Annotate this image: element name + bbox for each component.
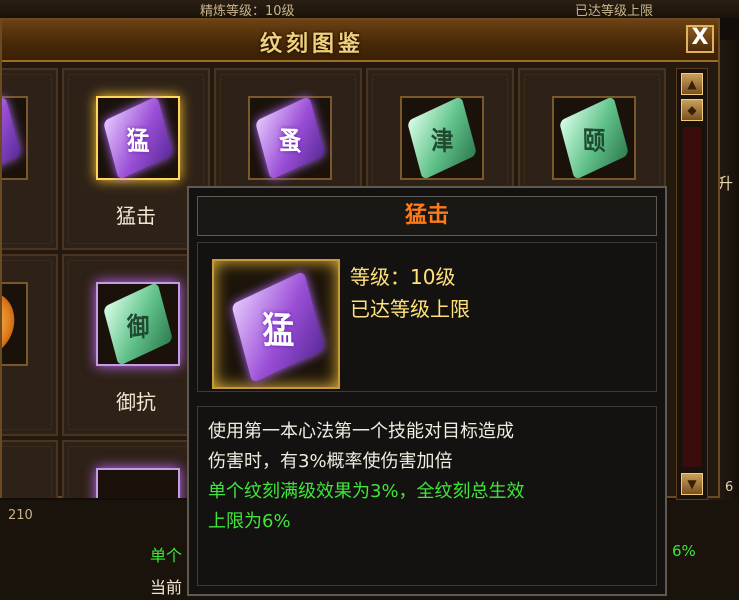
rune-slot [2,281,28,367]
scroll-track[interactable] [683,127,701,467]
rune-yi-icon: 颐 [558,95,630,181]
tooltip-description: 使用第一本心法第一个技能对目标造成 伤害时，有3%概率使伤害加倍 单个纹刻满级效… [197,406,657,586]
rune-orange-icon [2,281,22,367]
rune-slot: 颐 [552,95,636,181]
rune-slot: 蚤 [248,95,332,181]
tooltip-title: 猛击 [197,196,657,236]
rune-jin-icon: 津 [406,95,478,181]
scroll-down-button[interactable]: ▼ [681,473,703,495]
scroll-thumb[interactable]: ◆ [681,99,703,121]
bg-right-num: 6 [725,480,734,495]
window-titlebar: 纹刻图鉴 X [2,20,718,62]
rune-slot [2,95,28,181]
tooltip-rune-icon: 猛 [212,259,340,389]
close-button[interactable]: X [686,25,714,53]
rune-cell[interactable] [2,440,58,498]
bg-max-level: 已达等级上限 [575,4,654,19]
bg-bottom-label-1: 单个 [150,546,183,565]
rune-cell[interactable] [2,254,58,436]
rune-purple-icon [2,95,22,181]
bg-refine-level: 精炼等级：10级 [200,4,295,19]
rune-tooltip: 猛击 猛 等级：10级 已达等级上限 使用第一本心法第一个技能对目标造成 伤害时… [187,186,667,596]
bg-bottom-label-2: 当前 [150,578,183,597]
rune-cell[interactable] [2,68,58,250]
rune-slot: 猛 [96,95,180,181]
bg-bottom-number: 210 [8,508,33,523]
scrollbar[interactable]: ▲ ◆ ▼ [676,68,708,500]
rune-slot [96,468,180,498]
tooltip-level: 等级：10级 [350,265,456,289]
tooltip-max-level: 已达等级上限 [350,297,470,321]
background-top-strip: 精炼等级：10级 已达等级上限 [0,0,739,19]
rune-slot: 津 [400,95,484,181]
rune-meng-icon: 猛 [231,270,325,384]
tooltip-header: 猛 等级：10级 已达等级上限 [197,242,657,392]
desc-line: 使用第一本心法第一个技能对目标造成 [208,421,514,442]
bonus-line: 单个纹刻满级效果为3%，全纹刻总生效 [208,481,525,502]
rune-slot: 御 [96,281,180,367]
desc-line: 伤害时，有3%概率使伤害加倍 [208,451,453,472]
rune-meng-icon: 猛 [102,95,174,181]
rune-zao-icon: 蚤 [254,95,326,181]
window-title: 纹刻图鉴 [259,32,364,57]
scroll-up-button[interactable]: ▲ [681,73,703,95]
bonus-line: 上限为6% [208,511,291,532]
rune-yu-icon: 御 [102,281,174,367]
bg-bottom-pct: 6% [672,542,696,560]
